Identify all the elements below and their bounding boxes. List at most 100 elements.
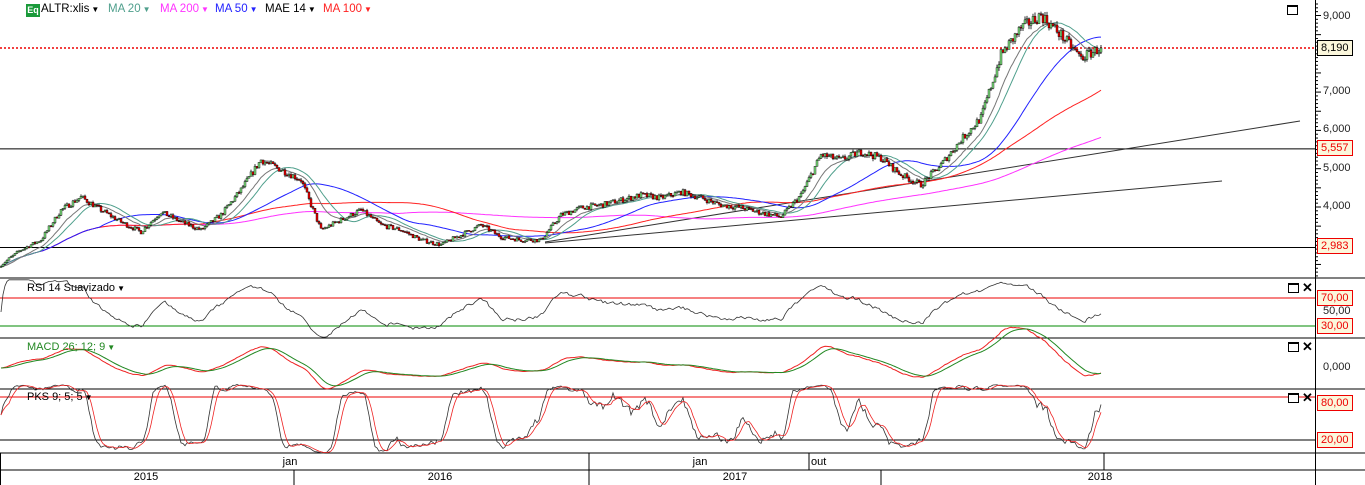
candle — [377, 220, 381, 223]
candle — [127, 226, 131, 229]
candle — [629, 196, 633, 201]
legend-ma100[interactable]: MA 100 ▼ — [323, 3, 372, 15]
maximize-button[interactable] — [1287, 5, 1298, 15]
candle — [543, 236, 547, 240]
candle — [641, 192, 645, 194]
rsi-panel-label[interactable]: RSI 14 Suavizado ▼ — [27, 282, 125, 294]
candle — [701, 195, 705, 199]
candle — [277, 167, 281, 172]
candle — [133, 226, 137, 231]
candle — [869, 151, 873, 156]
candle — [1001, 49, 1005, 53]
candle — [371, 217, 375, 219]
candle — [1081, 56, 1085, 61]
macd-maximize-button[interactable] — [1288, 342, 1299, 352]
candle — [957, 142, 961, 145]
candle — [569, 211, 573, 215]
candle — [793, 199, 797, 203]
candle — [1051, 23, 1055, 27]
candle — [461, 235, 465, 237]
candle — [1087, 50, 1091, 52]
candle — [1095, 47, 1099, 55]
candle — [945, 157, 949, 161]
candle — [703, 198, 707, 201]
stock-chart[interactable] — [0, 0, 1365, 485]
candle — [317, 221, 321, 224]
candle — [221, 213, 225, 215]
candle — [931, 169, 935, 172]
pks-panel-label[interactable]: PKS 9; 5; 5 ▼ — [27, 391, 93, 403]
candle — [815, 160, 819, 167]
pks-close-icon[interactable]: ✕ — [1302, 391, 1313, 404]
legend-label: MA 100 — [323, 3, 362, 15]
candle — [505, 235, 509, 238]
candle — [623, 200, 627, 203]
legend-ma200[interactable]: MA 200 ▼ — [160, 3, 209, 15]
candle — [899, 174, 903, 177]
candle — [801, 190, 805, 194]
candle — [917, 179, 921, 182]
candle — [691, 195, 695, 198]
candle — [883, 158, 887, 162]
candle — [695, 197, 699, 199]
candle — [831, 153, 835, 159]
candle — [1021, 23, 1025, 29]
rsi-maximize-button[interactable] — [1288, 283, 1299, 293]
level-label-5557: 5,557 — [1317, 140, 1353, 156]
candle — [677, 191, 681, 193]
candle — [513, 239, 517, 242]
candle — [675, 191, 679, 194]
candle — [1043, 15, 1047, 23]
candle — [53, 216, 57, 224]
candle — [411, 234, 415, 239]
candle — [343, 219, 347, 221]
candle — [731, 207, 735, 210]
macd-close-icon[interactable]: ✕ — [1302, 340, 1313, 353]
legend-mae14[interactable]: MAE 14 ▼ — [265, 3, 316, 15]
candle — [707, 198, 711, 203]
candle — [1093, 47, 1097, 53]
candle — [937, 167, 941, 171]
candle — [169, 214, 173, 217]
candle — [971, 128, 975, 130]
candle — [621, 197, 625, 203]
candle — [121, 221, 125, 224]
candle — [501, 238, 505, 241]
candle — [527, 238, 531, 241]
candle — [1061, 30, 1065, 41]
legend-ma20[interactable]: MA 20 ▼ — [108, 3, 151, 15]
candle — [347, 216, 351, 218]
candle — [11, 254, 15, 257]
candle — [489, 229, 493, 232]
candle — [43, 232, 47, 239]
candle — [727, 205, 731, 209]
rsi-label: RSI 14 Suavizado — [27, 282, 116, 294]
candle — [27, 246, 31, 248]
candle — [563, 212, 567, 216]
candle — [177, 220, 181, 222]
candle — [1083, 59, 1087, 61]
symbol-selector[interactable]: ALTR:xlis ▼ — [41, 3, 99, 15]
candle — [709, 198, 713, 202]
candle — [949, 151, 953, 156]
rsi-close-icon[interactable]: ✕ — [1302, 281, 1313, 294]
candle — [889, 163, 893, 166]
legend-ma50[interactable]: MA 50 ▼ — [215, 3, 258, 15]
candle — [609, 200, 613, 203]
candle — [941, 160, 945, 164]
candle — [267, 162, 271, 164]
candle — [975, 119, 979, 128]
pks-maximize-button[interactable] — [1288, 393, 1299, 403]
candle — [477, 224, 481, 227]
candle — [245, 177, 249, 182]
candle — [845, 158, 849, 161]
candle — [747, 207, 751, 209]
candle — [275, 165, 279, 168]
candle — [21, 249, 25, 251]
candle — [231, 201, 235, 203]
candle — [1015, 33, 1019, 36]
candle — [301, 181, 305, 184]
candle — [457, 236, 461, 238]
macd-panel-label[interactable]: MACD 26; 12; 9 ▼ — [27, 341, 115, 353]
candle — [767, 212, 771, 217]
